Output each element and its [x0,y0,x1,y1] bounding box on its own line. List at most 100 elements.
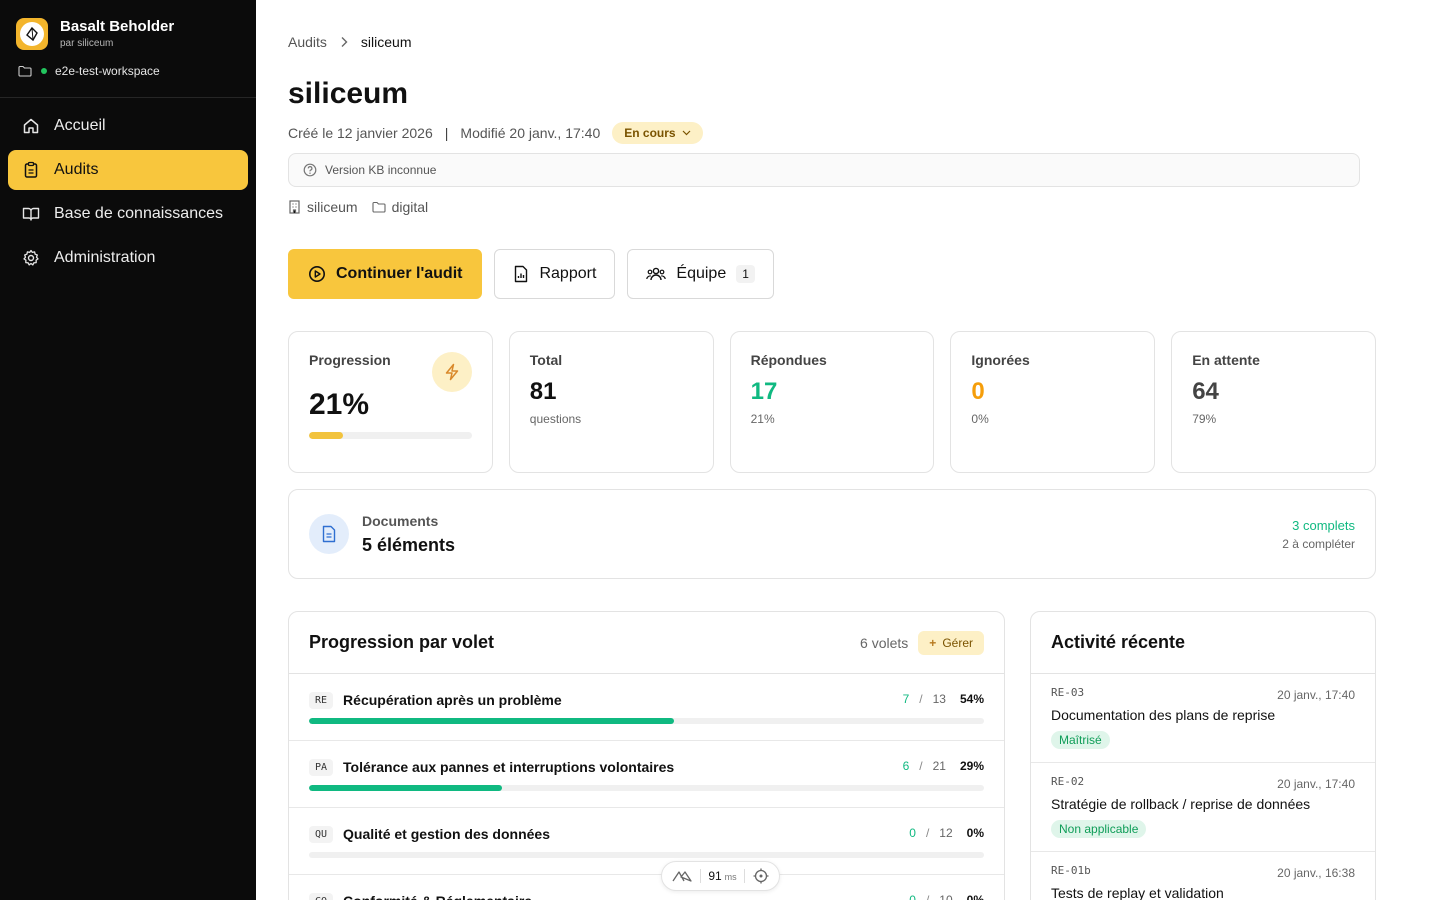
volet-code: PA [309,758,334,776]
organization-tag[interactable]: siliceum [288,199,358,215]
volets-panel: Progression par volet 6 volets + Gérer R… [288,611,1005,900]
volet-total: 12 [939,826,953,840]
sidebar-item-base-de-connaissances[interactable]: Base de connaissances [8,194,248,234]
sidebar-item-accueil[interactable]: Accueil [8,106,248,146]
category-tag[interactable]: digital [372,199,429,215]
volet-name: Conformité & Réglementaire [343,893,532,900]
activity-title: Stratégie de rollback / reprise de donné… [1051,796,1311,812]
modified-date: Modifié 20 janv., 17:40 [460,125,601,141]
report-icon [513,265,529,283]
stat-card-progression: Progression 21% [288,331,493,473]
volet-percent: 0% [966,893,984,900]
volet-percent: 54% [959,692,984,706]
manage-volets-button[interactable]: + Gérer [918,630,984,655]
stat-card-pending: En attente 64 79% [1171,331,1376,473]
sidebar-item-label: Accueil [54,117,106,134]
volet-total: 10 [939,893,953,900]
progression-value: 21% [309,388,370,421]
continue-audit-label: Continuer l'audit [336,265,463,282]
volets-count: 6 volets [860,634,909,651]
sidebar: Basalt Beholder par siliceum e2e-test-wo… [0,0,256,900]
stat-label: Répondues [750,352,827,368]
breadcrumb-current: siliceum [360,34,412,50]
audit-tags: siliceum digital [288,197,1376,217]
activity-list: RE-03 20 janv., 17:40 Documentation des pl… [1031,674,1375,900]
volet-row[interactable]: QU Qualité et gestion des données 0 / 12 0% [289,808,1004,875]
volet-row[interactable]: PA Tolérance aux pannes et interruptions … [289,741,1004,808]
breadcrumb-audits-link[interactable]: Audits [288,34,327,50]
volet-row[interactable]: CO Conformité & Réglementaire 0 / 10 0% [289,875,1004,900]
stat-value: 0 [971,378,985,405]
brand-subtitle: par siliceum [60,38,114,49]
lightning-icon [431,352,472,392]
stat-value: 81 [529,378,557,405]
brand-logo [16,18,48,50]
activity-status-badge: Maîtrisé [1051,731,1110,749]
sidebar-item-label: Audits [54,161,99,178]
team-button[interactable]: Équipe 1 [627,249,774,299]
volet-progress-bar [309,785,984,791]
sidebar-item-administration[interactable]: Administration [8,238,248,278]
volet-progress-fill [309,718,674,724]
workspace-name: e2e-test-workspace [55,64,160,78]
clipboard-icon [22,161,40,179]
activity-item[interactable]: RE-01b 20 janv., 16:38 Tests de replay et … [1031,852,1375,900]
documents-todo: 2 à compléter [1282,536,1355,551]
volet-done: 7 [902,692,910,706]
volet-total: 21 [932,759,946,773]
volet-name: Tolérance aux pannes et interruptions vo… [343,759,675,775]
perf-unit: ms [724,872,737,882]
breadcrumb: Audits siliceum [288,33,1376,51]
documents-complete: 3 complets [1292,517,1355,533]
progression-bar-fill [309,432,344,439]
activity-status-badge: Non applicable [1051,820,1147,838]
documents-label: Documents [362,512,439,529]
users-icon [646,266,667,282]
volet-done: 6 [902,759,910,773]
workspace-selector[interactable]: e2e-test-workspace [0,54,256,88]
volets-title: Progression par volet [309,632,495,652]
sidebar-nav: Accueil Audits Base de connaissances Adm… [0,98,256,290]
organization-name: siliceum [307,199,358,215]
continue-audit-button[interactable]: Continuer l'audit [288,249,483,299]
perf-value: 91 [708,869,722,883]
stat-label: En attente [1192,352,1260,368]
progression-bar [309,432,472,439]
sidebar-item-audits[interactable]: Audits [8,150,248,190]
help-circle-icon [303,163,317,177]
brand-name: Basalt Beholder [60,18,175,35]
crosshair-icon[interactable] [753,868,769,884]
documents-card[interactable]: Documents 5 éléments 3 complets 2 à comp… [288,489,1376,579]
stat-value: 64 [1192,378,1219,405]
activity-title: Tests de replay et validation [1051,885,1224,900]
volet-total: 13 [932,692,946,706]
kb-version-label: Version KB inconnue [325,163,437,177]
volets-panel-header: Progression par volet 6 volets + Gérer [289,612,1004,674]
activity-item[interactable]: RE-03 20 janv., 17:40 Documentation des pl… [1031,674,1375,763]
volet-code: CO [309,892,334,900]
volet-percent: 0% [966,826,984,840]
stat-sub: 21% [750,412,775,426]
gear-icon [22,249,40,267]
brand[interactable]: Basalt Beholder par siliceum [0,0,256,52]
volet-name: Qualité et gestion des données [343,826,550,842]
manage-label: Gérer [942,635,973,650]
status-dropdown[interactable]: En cours [612,122,703,144]
volet-row[interactable]: RE Récupération après un problème 7 / 13 54% [289,674,1004,741]
activity-item[interactable]: RE-02 20 janv., 17:40 Stratégie de rollbac… [1031,763,1375,852]
bottom-panels: Progression par volet 6 volets + Gérer R… [288,611,1376,900]
status-label: En cours [624,126,676,140]
volet-progress-bar [309,852,984,858]
document-icon [309,514,349,554]
folder-icon [372,201,386,213]
chevron-down-icon [682,130,691,136]
volet-percent: 29% [959,759,984,773]
performance-widget[interactable]: 91 ms [661,861,780,891]
activity-title: Activité récente [1051,632,1186,652]
action-bar: Continuer l'audit Rapport Équipe 1 [288,249,1376,299]
volet-code: RE [309,691,334,709]
report-button[interactable]: Rapport [494,249,616,299]
volet-separator: / [925,893,930,900]
category-name: digital [391,199,429,215]
page-title: siliceum [288,77,409,110]
